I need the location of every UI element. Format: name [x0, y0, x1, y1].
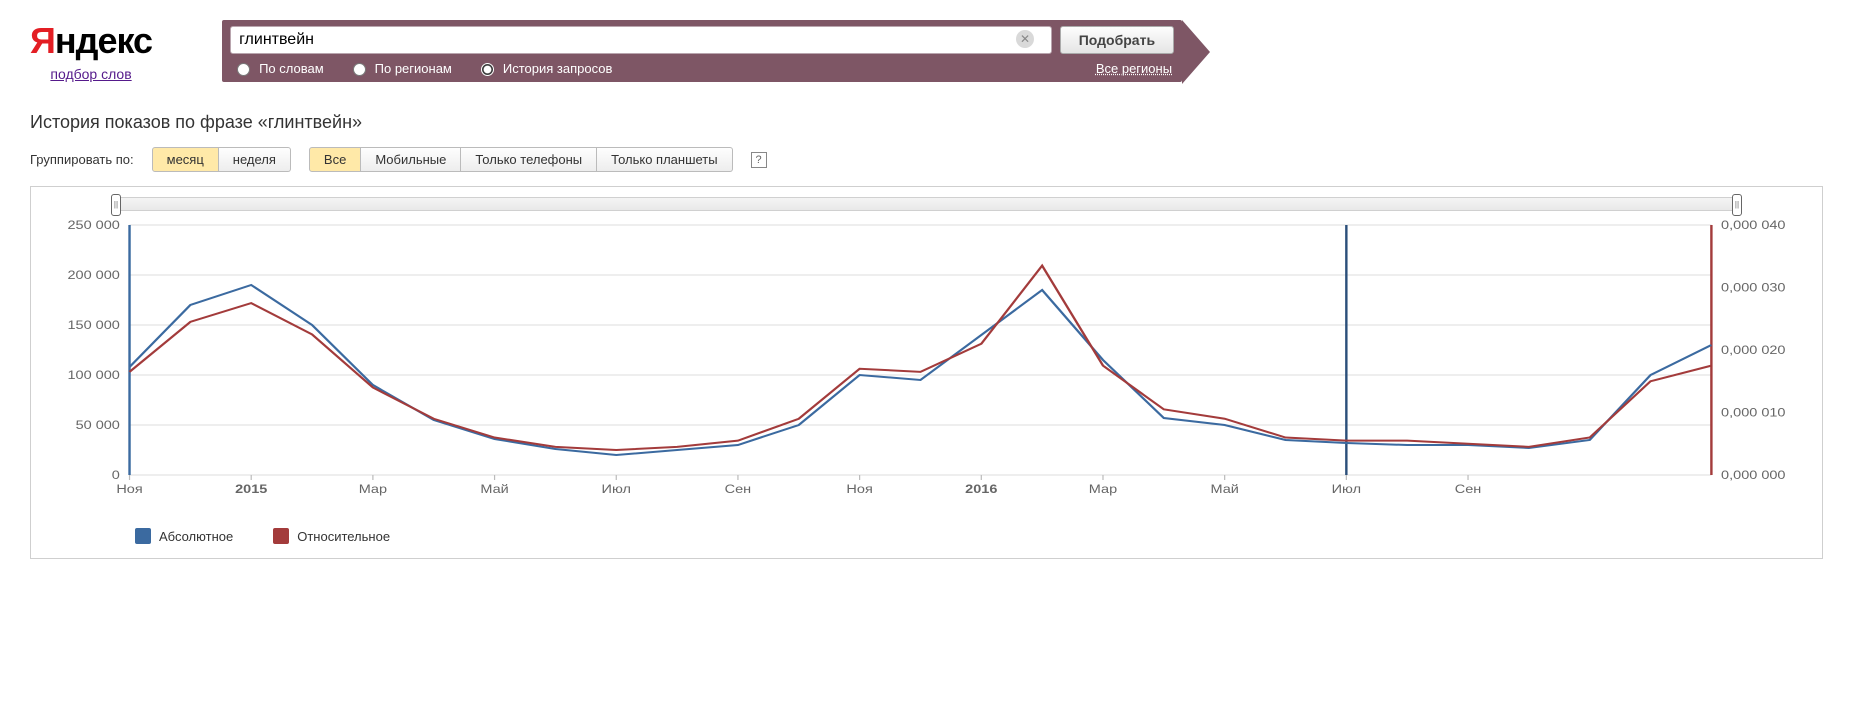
search-input[interactable]	[230, 26, 1052, 54]
svg-text:0,000 040: 0,000 040	[1721, 218, 1785, 232]
radio-history[interactable]: История запросов	[476, 60, 613, 76]
svg-text:Июл: Июл	[602, 482, 631, 496]
page-title: История показов по фразе «глинтвейн»	[30, 112, 1823, 133]
svg-text:Сен: Сен	[725, 482, 752, 496]
navigator-handle-left[interactable]: ||	[111, 194, 121, 216]
svg-text:250 000: 250 000	[68, 218, 120, 232]
svg-text:0,000 020: 0,000 020	[1721, 343, 1785, 357]
svg-text:Май: Май	[480, 482, 508, 496]
device-segmented: Все Мобильные Только телефоны Только пла…	[309, 147, 733, 172]
device-all-button[interactable]: Все	[309, 147, 361, 172]
clear-icon[interactable]: ✕	[1016, 30, 1034, 48]
chart-card: || || 0 50 000 100 000 150 000 200 000 250 00…	[30, 186, 1823, 559]
radio-by-words[interactable]: По словам	[232, 60, 324, 76]
svg-text:0: 0	[112, 468, 120, 482]
svg-text:Мар: Мар	[1089, 482, 1117, 496]
navigator-handle-right[interactable]: ||	[1732, 194, 1742, 216]
radio-label: По регионам	[375, 61, 452, 76]
svg-text:0,000 010: 0,000 010	[1721, 406, 1785, 420]
help-icon[interactable]: ?	[751, 152, 767, 168]
radio-by-regions[interactable]: По регионам	[348, 60, 452, 76]
all-regions-link[interactable]: Все регионы	[1096, 61, 1172, 76]
logo-block: Яндекс подбор слов	[30, 20, 152, 82]
svg-text:200 000: 200 000	[68, 268, 120, 282]
device-phones-button[interactable]: Только телефоны	[461, 147, 597, 172]
radio-label: История запросов	[503, 61, 613, 76]
logo-red: Я	[30, 20, 55, 61]
legend-label: Абсолютное	[159, 529, 233, 544]
radio-label: По словам	[259, 61, 324, 76]
svg-text:0,000 030: 0,000 030	[1721, 281, 1785, 295]
svg-text:100 000: 100 000	[68, 368, 120, 382]
chart-plot[interactable]: 0 50 000 100 000 150 000 200 000 250 000 0,000…	[45, 215, 1808, 515]
group-by-label: Группировать по:	[30, 152, 134, 167]
svg-text:Сен: Сен	[1455, 482, 1482, 496]
svg-text:Ноя: Ноя	[116, 482, 142, 496]
group-by-segmented: месяц неделя	[152, 147, 291, 172]
legend-item-relative[interactable]: Относительное	[273, 528, 390, 544]
svg-text:50 000: 50 000	[76, 418, 120, 432]
svg-text:0,000 000: 0,000 000	[1721, 468, 1785, 482]
svg-text:Мар: Мар	[359, 482, 387, 496]
search-bar: ✕ Подобрать По словам По регионам Истори…	[222, 20, 1182, 82]
legend-label: Относительное	[297, 529, 390, 544]
toolbar: Группировать по: месяц неделя Все Мобиль…	[30, 147, 1823, 172]
svg-text:2015: 2015	[235, 482, 268, 496]
group-by-month-button[interactable]: месяц	[152, 147, 219, 172]
legend-item-absolute[interactable]: Абсолютное	[135, 528, 233, 544]
svg-text:Июл: Июл	[1332, 482, 1361, 496]
chart-navigator[interactable]: || ||	[115, 197, 1738, 211]
device-mobile-button[interactable]: Мобильные	[361, 147, 461, 172]
keyword-tool-link[interactable]: подбор слов	[30, 66, 152, 82]
svg-text:Май: Май	[1210, 482, 1238, 496]
legend-swatch-icon	[273, 528, 289, 544]
svg-text:2016: 2016	[965, 482, 997, 496]
legend: Абсолютное Относительное	[45, 518, 1808, 544]
svg-text:Ноя: Ноя	[846, 482, 872, 496]
svg-text:150 000: 150 000	[68, 318, 120, 332]
search-submit-button[interactable]: Подобрать	[1060, 26, 1174, 54]
logo-black: ндекс	[55, 20, 152, 61]
group-by-week-button[interactable]: неделя	[219, 147, 291, 172]
legend-swatch-icon	[135, 528, 151, 544]
logo[interactable]: Яндекс	[30, 20, 152, 62]
device-tablets-button[interactable]: Только планшеты	[597, 147, 732, 172]
